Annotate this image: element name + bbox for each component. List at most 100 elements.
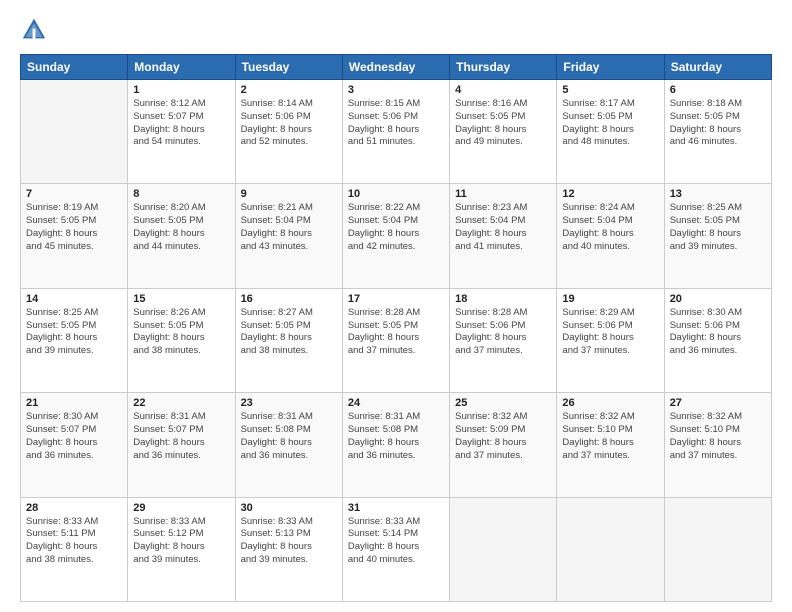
- day-number: 10: [348, 188, 444, 200]
- day-cell: 28Sunrise: 8:33 AM Sunset: 5:11 PM Dayli…: [21, 497, 128, 601]
- day-info: Sunrise: 8:16 AM Sunset: 5:05 PM Dayligh…: [455, 98, 551, 149]
- day-info: Sunrise: 8:12 AM Sunset: 5:07 PM Dayligh…: [133, 98, 229, 149]
- day-cell: 19 Sunrise: 8:29 AM Sunset: 5:06 PM Dayli…: [557, 288, 664, 392]
- day-cell: 11Sunrise: 8:23 AM Sunset: 5:04 PM Dayli…: [450, 184, 557, 288]
- calendar-table: SundayMondayTuesdayWednesdayThursdayFrid…: [20, 54, 772, 602]
- day-cell: 23Sunrise: 8:31 AM Sunset: 5:08 PM Dayli…: [235, 393, 342, 497]
- day-number: 27: [670, 397, 766, 409]
- page: SundayMondayTuesdayWednesdayThursdayFrid…: [0, 0, 792, 612]
- week-row-4: 28Sunrise: 8:33 AM Sunset: 5:11 PM Dayli…: [21, 497, 772, 601]
- day-info: Sunrise: 8:30 AM Sunset: 5:06 PM Dayligh…: [670, 307, 766, 358]
- day-info: Sunrise: 8:28 AM Sunset: 5:05 PM Dayligh…: [348, 307, 444, 358]
- header: [20, 16, 772, 44]
- week-row-0: 1 Sunrise: 8:12 AM Sunset: 5:07 PM Daylig…: [21, 80, 772, 184]
- day-number: 13: [670, 188, 766, 200]
- day-cell: 25 Sunrise: 8:32 AM Sunset: 5:09 PM Dayli…: [450, 393, 557, 497]
- header-cell-tuesday: Tuesday: [235, 55, 342, 80]
- day-info: Sunrise: 8:25 AM Sunset: 5:05 PM Dayligh…: [26, 307, 122, 358]
- day-cell: 24 Sunrise: 8:31 AM Sunset: 5:08 PM Dayli…: [342, 393, 449, 497]
- day-number: 29: [133, 502, 229, 514]
- day-cell: 31Sunrise: 8:33 AM Sunset: 5:14 PM Dayli…: [342, 497, 449, 601]
- week-row-1: 7 Sunrise: 8:19 AM Sunset: 5:05 PM Daylig…: [21, 184, 772, 288]
- day-info: Sunrise: 8:33 AM Sunset: 5:12 PM Dayligh…: [133, 516, 229, 567]
- day-info: Sunrise: 8:17 AM Sunset: 5:05 PM Dayligh…: [562, 98, 658, 149]
- week-row-3: 21 Sunrise: 8:30 AM Sunset: 5:07 PM Dayli…: [21, 393, 772, 497]
- day-number: 25: [455, 397, 551, 409]
- day-number: 6: [670, 84, 766, 96]
- day-cell: 7 Sunrise: 8:19 AM Sunset: 5:05 PM Daylig…: [21, 184, 128, 288]
- header-cell-monday: Monday: [128, 55, 235, 80]
- day-info: Sunrise: 8:30 AM Sunset: 5:07 PM Dayligh…: [26, 411, 122, 462]
- day-info: Sunrise: 8:33 AM Sunset: 5:11 PM Dayligh…: [26, 516, 122, 567]
- header-row: SundayMondayTuesdayWednesdayThursdayFrid…: [21, 55, 772, 80]
- day-cell: 10 Sunrise: 8:22 AM Sunset: 5:04 PM Dayli…: [342, 184, 449, 288]
- day-number: 22: [133, 397, 229, 409]
- day-cell: 6 Sunrise: 8:18 AM Sunset: 5:05 PM Daylig…: [664, 80, 771, 184]
- header-cell-sunday: Sunday: [21, 55, 128, 80]
- day-cell: 29 Sunrise: 8:33 AM Sunset: 5:12 PM Dayli…: [128, 497, 235, 601]
- day-cell: [450, 497, 557, 601]
- logo: [20, 16, 52, 44]
- day-info: Sunrise: 8:15 AM Sunset: 5:06 PM Dayligh…: [348, 98, 444, 149]
- day-info: Sunrise: 8:31 AM Sunset: 5:07 PM Dayligh…: [133, 411, 229, 462]
- day-number: 26: [562, 397, 658, 409]
- logo-icon: [20, 16, 48, 44]
- day-number: 15: [133, 293, 229, 305]
- day-number: 20: [670, 293, 766, 305]
- day-cell: 2Sunrise: 8:14 AM Sunset: 5:06 PM Daylig…: [235, 80, 342, 184]
- day-number: 3: [348, 84, 444, 96]
- day-cell: 12Sunrise: 8:24 AM Sunset: 5:04 PM Dayli…: [557, 184, 664, 288]
- day-number: 12: [562, 188, 658, 200]
- day-info: Sunrise: 8:32 AM Sunset: 5:10 PM Dayligh…: [670, 411, 766, 462]
- day-number: 11: [455, 188, 551, 200]
- day-cell: 21 Sunrise: 8:30 AM Sunset: 5:07 PM Dayli…: [21, 393, 128, 497]
- day-number: 16: [241, 293, 337, 305]
- day-info: Sunrise: 8:27 AM Sunset: 5:05 PM Dayligh…: [241, 307, 337, 358]
- day-cell: 3 Sunrise: 8:15 AM Sunset: 5:06 PM Daylig…: [342, 80, 449, 184]
- day-cell: 9 Sunrise: 8:21 AM Sunset: 5:04 PM Daylig…: [235, 184, 342, 288]
- day-cell: [21, 80, 128, 184]
- day-info: Sunrise: 8:32 AM Sunset: 5:09 PM Dayligh…: [455, 411, 551, 462]
- header-cell-thursday: Thursday: [450, 55, 557, 80]
- day-info: Sunrise: 8:28 AM Sunset: 5:06 PM Dayligh…: [455, 307, 551, 358]
- day-info: Sunrise: 8:31 AM Sunset: 5:08 PM Dayligh…: [348, 411, 444, 462]
- day-info: Sunrise: 8:32 AM Sunset: 5:10 PM Dayligh…: [562, 411, 658, 462]
- day-number: 17: [348, 293, 444, 305]
- day-cell: 22 Sunrise: 8:31 AM Sunset: 5:07 PM Dayli…: [128, 393, 235, 497]
- header-cell-wednesday: Wednesday: [342, 55, 449, 80]
- day-number: 23: [241, 397, 337, 409]
- day-info: Sunrise: 8:33 AM Sunset: 5:14 PM Dayligh…: [348, 516, 444, 567]
- day-info: Sunrise: 8:19 AM Sunset: 5:05 PM Dayligh…: [26, 202, 122, 253]
- day-number: 1: [133, 84, 229, 96]
- day-number: 30: [241, 502, 337, 514]
- day-cell: 27 Sunrise: 8:32 AM Sunset: 5:10 PM Dayli…: [664, 393, 771, 497]
- week-row-2: 14 Sunrise: 8:25 AM Sunset: 5:05 PM Dayli…: [21, 288, 772, 392]
- day-number: 18: [455, 293, 551, 305]
- day-number: 2: [241, 84, 337, 96]
- day-cell: [664, 497, 771, 601]
- day-cell: [557, 497, 664, 601]
- day-info: Sunrise: 8:26 AM Sunset: 5:05 PM Dayligh…: [133, 307, 229, 358]
- day-cell: 16 Sunrise: 8:27 AM Sunset: 5:05 PM Dayli…: [235, 288, 342, 392]
- day-cell: 30 Sunrise: 8:33 AM Sunset: 5:13 PM Dayli…: [235, 497, 342, 601]
- day-info: Sunrise: 8:21 AM Sunset: 5:04 PM Dayligh…: [241, 202, 337, 253]
- day-number: 14: [26, 293, 122, 305]
- day-number: 9: [241, 188, 337, 200]
- day-number: 5: [562, 84, 658, 96]
- day-cell: 8Sunrise: 8:20 AM Sunset: 5:05 PM Daylig…: [128, 184, 235, 288]
- day-number: 4: [455, 84, 551, 96]
- day-number: 19: [562, 293, 658, 305]
- day-cell: 15 Sunrise: 8:26 AM Sunset: 5:05 PM Dayli…: [128, 288, 235, 392]
- calendar-header: SundayMondayTuesdayWednesdayThursdayFrid…: [21, 55, 772, 80]
- day-info: Sunrise: 8:20 AM Sunset: 5:05 PM Dayligh…: [133, 202, 229, 253]
- calendar-body: 1 Sunrise: 8:12 AM Sunset: 5:07 PM Daylig…: [21, 80, 772, 602]
- day-info: Sunrise: 8:18 AM Sunset: 5:05 PM Dayligh…: [670, 98, 766, 149]
- day-info: Sunrise: 8:22 AM Sunset: 5:04 PM Dayligh…: [348, 202, 444, 253]
- day-info: Sunrise: 8:25 AM Sunset: 5:05 PM Dayligh…: [670, 202, 766, 253]
- day-number: 21: [26, 397, 122, 409]
- day-info: Sunrise: 8:29 AM Sunset: 5:06 PM Dayligh…: [562, 307, 658, 358]
- day-info: Sunrise: 8:33 AM Sunset: 5:13 PM Dayligh…: [241, 516, 337, 567]
- day-cell: 4 Sunrise: 8:16 AM Sunset: 5:05 PM Daylig…: [450, 80, 557, 184]
- day-number: 7: [26, 188, 122, 200]
- day-number: 24: [348, 397, 444, 409]
